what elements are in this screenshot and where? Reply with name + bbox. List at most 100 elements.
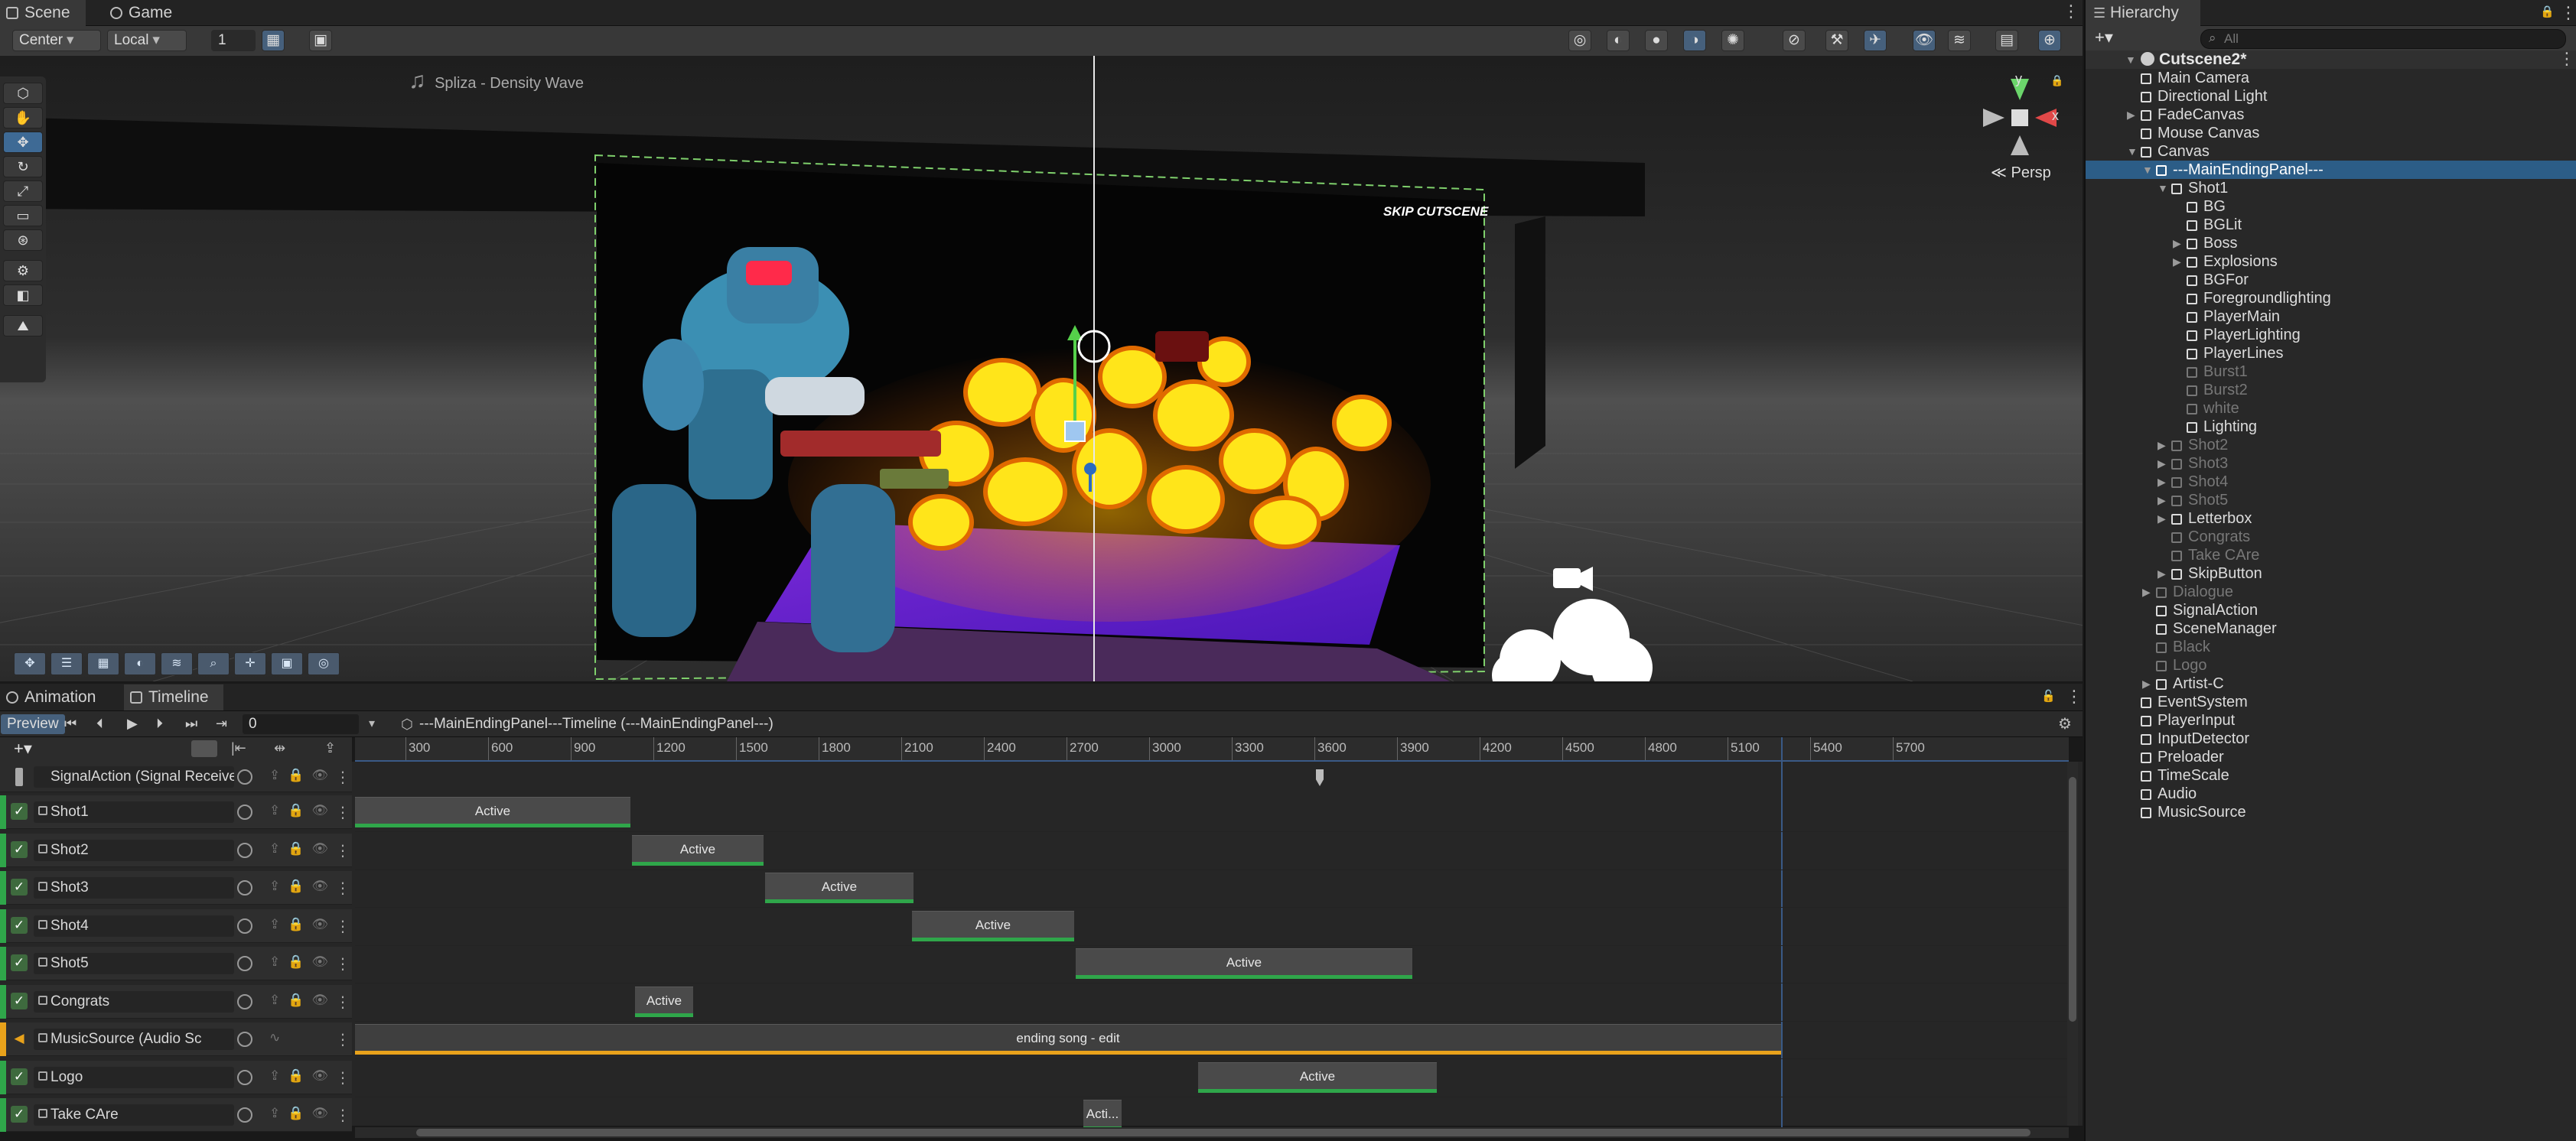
overlay-layers-icon[interactable]: ≋ [161, 652, 193, 675]
grid-visibility-icon[interactable]: ▦ [262, 30, 285, 51]
track-menu-icon[interactable]: ⋮ [335, 841, 350, 860]
track-target-icon[interactable] [237, 956, 252, 971]
gizmos-globe-icon[interactable]: ⊕ [2038, 30, 2061, 51]
track-lock-mute-icons[interactable]: ⇪🔒👁 [269, 1106, 336, 1121]
track-header[interactable]: ✓ Shot2 ⇪🔒👁 ⋮ [0, 833, 352, 867]
activation-clip[interactable]: Active [912, 910, 1074, 941]
scene-root-expand-icon[interactable]: ▼ [2125, 50, 2136, 69]
track-binding-field[interactable]: Shot3 [34, 877, 234, 899]
track-lock-mute-icons[interactable]: ⇪🔒👁 [269, 803, 336, 818]
track-target-icon[interactable] [237, 918, 252, 934]
overlay-move-icon[interactable]: ✥ [14, 652, 46, 675]
gizmo-lock-icon[interactable]: 🔒 [2050, 74, 2063, 87]
track-binding-field[interactable]: MusicSource (Audio Sc [34, 1029, 234, 1050]
view-tool-icon[interactable]: ⬡ [3, 83, 43, 104]
expand-arrow-icon[interactable]: ▼ [2127, 142, 2138, 161]
hierarchy-item[interactable]: ▶ Letterbox [2086, 509, 2576, 528]
2d-mode-icon[interactable]: ◐ [1607, 30, 1630, 51]
track-header[interactable]: ✓ Shot1 ⇪🔒👁 ⋮ [0, 795, 352, 829]
hierarchy-item[interactable]: ▶ Dialogue [2086, 583, 2576, 601]
track-header[interactable]: ✓ Take CAre ⇪🔒👁 ⋮ [0, 1098, 352, 1132]
track-binding-field[interactable]: Take CAre [34, 1104, 234, 1126]
grid-snap-value-field[interactable]: 1 [211, 30, 256, 51]
track-menu-icon[interactable]: ⋮ [335, 1106, 350, 1125]
activation-clip[interactable]: Active [635, 986, 693, 1017]
track-enabled-checkbox[interactable]: ✓ [11, 840, 28, 858]
overlay-compass-icon[interactable]: ◎ [308, 652, 340, 675]
scene-menu-kebab-icon[interactable]: ⋮ [2063, 3, 2079, 20]
hierarchy-item[interactable]: Foregroundlighting [2086, 289, 2576, 307]
hierarchy-item[interactable]: PlayerMain [2086, 307, 2576, 326]
track-target-icon[interactable] [237, 993, 252, 1009]
tab-scene[interactable]: Scene [0, 0, 86, 26]
track-menu-icon[interactable]: ⋮ [335, 993, 350, 1012]
hierarchy-item[interactable]: ▶ FadeCanvas [2086, 106, 2576, 124]
hierarchy-item[interactable]: ▼ ---MainEndingPanel--- [2086, 161, 2576, 179]
timeline-vertical-scrollbar[interactable] [2067, 762, 2078, 1126]
track-lock-mute-icons[interactable]: ⇪🔒👁 [269, 879, 336, 894]
hierarchy-item[interactable]: TimeScale [2086, 766, 2576, 785]
timeline-horizontal-scrollbar[interactable] [355, 1127, 2069, 1138]
play-icon[interactable]: ▶ [127, 716, 138, 732]
track-enabled-checkbox[interactable]: ✓ [11, 1068, 28, 1085]
hierarchy-item[interactable]: Lighting [2086, 418, 2576, 436]
track-target-icon[interactable] [237, 1107, 252, 1123]
track-target-icon[interactable] [237, 1032, 252, 1047]
track-binding-field[interactable]: Logo [34, 1066, 234, 1088]
visibility-eye-icon[interactable]: 👁 [1913, 30, 1936, 51]
timeline-lock-icon[interactable]: 🔓 [2041, 689, 2056, 703]
hierarchy-item[interactable]: Congrats [2086, 528, 2576, 546]
track-binding-field[interactable]: Shot2 [34, 839, 234, 861]
hierarchy-item[interactable]: PlayerInput [2086, 711, 2576, 730]
track-signalaction[interactable]: SignalAction (Signal Receive ⇪🔒👁 ⋮ [0, 762, 352, 792]
timeline-horizontal-scroll-thumb[interactable] [416, 1129, 2031, 1136]
expand-arrow-icon[interactable]: ▶ [2158, 473, 2166, 491]
overlay-search-icon[interactable]: ⌕ [197, 652, 230, 675]
hierarchy-item[interactable]: InputDetector [2086, 730, 2576, 748]
timeline-vertical-scroll-thumb[interactable] [2069, 777, 2076, 1022]
track-lock-mute-icons[interactable]: ⇪🔒👁 [269, 1068, 336, 1084]
hierarchy-item[interactable]: PlayerLines [2086, 344, 2576, 362]
custom-tool-icon[interactable]: ⚙ [3, 260, 43, 281]
expand-arrow-icon[interactable]: ▶ [2158, 436, 2166, 454]
hierarchy-item[interactable]: MusicSource [2086, 803, 2576, 821]
audio-track-speaker-icon[interactable]: ◀ [11, 1030, 28, 1047]
pivot-space-dropdown[interactable]: Local [107, 30, 187, 51]
hierarchy-menu-kebab-icon[interactable]: ⋮ [2560, 5, 2576, 21]
tab-timeline[interactable]: Timeline [124, 684, 223, 710]
expand-arrow-icon[interactable]: ▼ [2158, 179, 2168, 197]
hierarchy-item[interactable]: Audio [2086, 785, 2576, 803]
activation-clip[interactable]: Active [632, 834, 764, 866]
track-menu-icon[interactable]: ⋮ [335, 1030, 350, 1049]
track-binding-field[interactable]: Shot4 [34, 915, 234, 937]
hierarchy-item[interactable]: ▶ Boss [2086, 234, 2576, 252]
hierarchy-item[interactable]: Preloader [2086, 748, 2576, 766]
camera-settings-icon[interactable]: ✈ [1864, 30, 1887, 51]
timeline-settings-gear-icon[interactable]: ⚙ [2058, 714, 2072, 733]
prev-frame-icon[interactable]: ⏴ [96, 716, 103, 732]
expand-arrow-icon[interactable]: ▶ [2173, 234, 2181, 252]
hierarchy-item[interactable]: Directional Light [2086, 87, 2576, 106]
preview-toggle[interactable]: Preview [0, 714, 66, 735]
signal-track-target-icon[interactable] [237, 769, 252, 785]
track-binding-field[interactable]: Shot1 [34, 801, 234, 823]
hierarchy-search-box[interactable]: ⌕ [2200, 29, 2566, 49]
hierarchy-item[interactable]: ▶ Shot2 [2086, 436, 2576, 454]
hierarchy-item[interactable]: ▶ Artist-C [2086, 675, 2576, 693]
hierarchy-item[interactable]: EventSystem [2086, 693, 2576, 711]
ripple-edit-icon[interactable]: |⇤ [231, 740, 246, 756]
signal-marker[interactable] [1316, 769, 1324, 786]
track-header[interactable]: ✓ Congrats ⇪🔒👁 ⋮ [0, 984, 352, 1019]
play-range-icon[interactable]: ⇥ [216, 716, 227, 732]
track-header[interactable]: ✓ Logo ⇪🔒👁 ⋮ [0, 1060, 352, 1094]
track-binding-field[interactable]: Shot5 [34, 953, 234, 974]
track-header[interactable]: ✓ Shot3 ⇪🔒👁 ⋮ [0, 871, 352, 905]
hierarchy-lock-icon[interactable]: 🔒 [2540, 5, 2555, 18]
overlay-camera-icon[interactable]: ▣ [271, 652, 303, 675]
goto-start-icon[interactable]: ⏮ [64, 716, 77, 732]
activation-clip[interactable]: Active [765, 873, 913, 903]
layout-icon[interactable]: ▤ [1995, 30, 2018, 51]
terrain-tool-icon[interactable]: ⛰ [3, 315, 43, 336]
overlay-pivot-icon[interactable]: ✛ [234, 652, 266, 675]
hand-tool-icon[interactable]: ✋ [3, 107, 43, 128]
